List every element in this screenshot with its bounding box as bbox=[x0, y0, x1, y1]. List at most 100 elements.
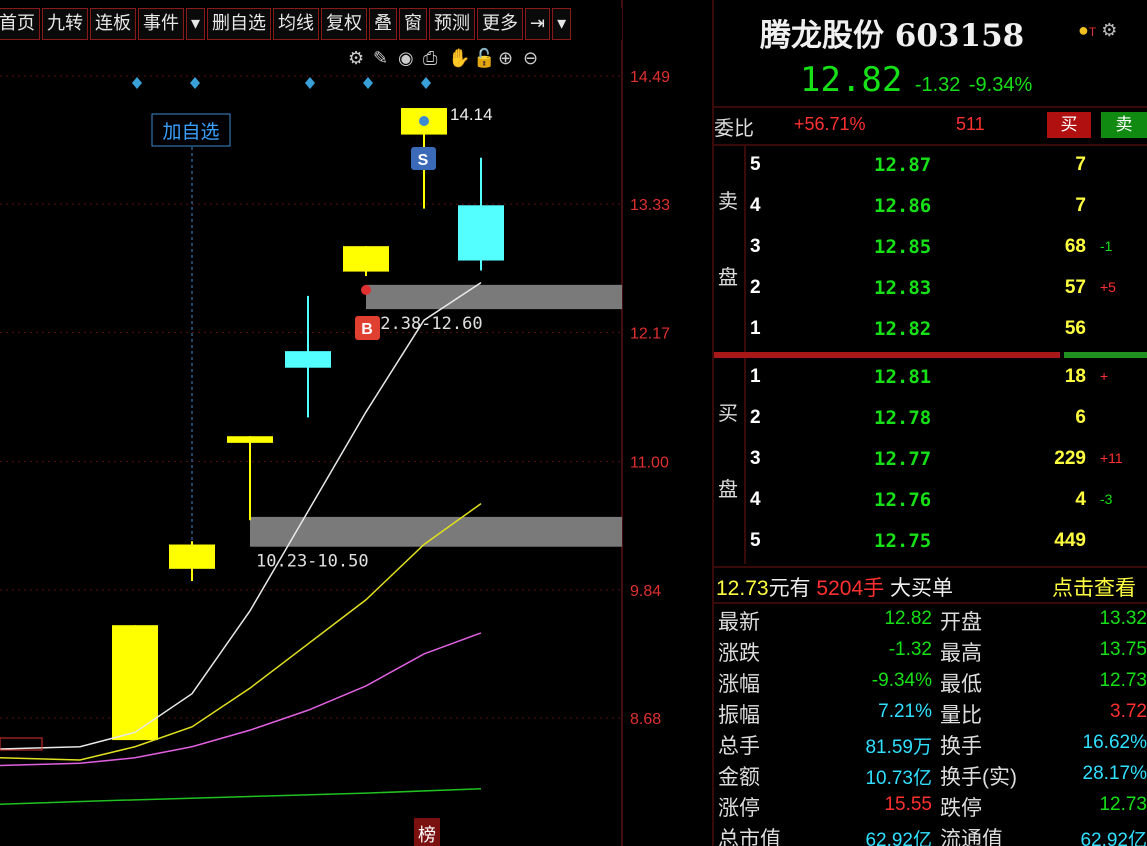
event-marker-icon[interactable] bbox=[363, 77, 373, 89]
toolbar-button[interactable]: 删自选 bbox=[207, 8, 272, 40]
stat-label: 涨停 bbox=[718, 797, 760, 820]
order-book-row[interactable]: 3 12.85 68 -1 bbox=[714, 228, 1147, 268]
book-change: -3 bbox=[1100, 491, 1113, 507]
book-level: 1 bbox=[750, 366, 761, 387]
toolbar-button[interactable]: 九转 bbox=[42, 8, 88, 40]
book-volume: 7 bbox=[1075, 195, 1086, 216]
stat-label: 最新 bbox=[718, 611, 760, 634]
book-volume: 68 bbox=[1064, 236, 1086, 257]
price-axis-label: 14.49 bbox=[630, 69, 670, 86]
event-marker-icon[interactable] bbox=[421, 77, 431, 89]
stat-value: 10.73亿 bbox=[865, 768, 932, 789]
order-book-row[interactable]: 2 12.83 57 +5 bbox=[714, 269, 1147, 309]
stat-label: 总市值 bbox=[718, 828, 781, 846]
sell-button[interactable]: 卖 bbox=[1101, 112, 1147, 138]
gap-lower-label: 10.23-10.50 bbox=[256, 552, 369, 572]
stat-value: -1.32 bbox=[888, 639, 932, 660]
candle-body[interactable] bbox=[112, 625, 158, 741]
buy-button[interactable]: 买 bbox=[1047, 112, 1091, 138]
stat-value: 12.73 bbox=[1099, 794, 1147, 815]
zoom-out-icon[interactable]: ⊖ bbox=[523, 48, 538, 69]
price-gap-lower bbox=[250, 516, 622, 547]
toolbar-button[interactable]: 窗 bbox=[399, 8, 428, 40]
stat-value: 16.62% bbox=[1082, 732, 1147, 753]
candle-body[interactable] bbox=[343, 246, 389, 272]
order-book-row[interactable]: 3 12.77 229 +11 bbox=[714, 440, 1147, 480]
event-marker-icon[interactable] bbox=[190, 77, 200, 89]
order-book-row[interactable]: 4 12.76 4 -3 bbox=[714, 481, 1147, 521]
toolbar-button[interactable]: 事件 bbox=[138, 8, 184, 40]
stat-label: 涨幅 bbox=[718, 673, 760, 696]
ma20-line bbox=[0, 632, 482, 767]
book-price: 12.81 bbox=[874, 366, 932, 388]
price-axis-label: 9.84 bbox=[630, 583, 661, 600]
order-book-row[interactable]: 5 12.87 7 bbox=[714, 146, 1147, 186]
candle-body[interactable] bbox=[227, 436, 273, 443]
add-watch-label[interactable]: 加自选 bbox=[162, 121, 219, 143]
stat-value: 15.55 bbox=[884, 794, 932, 815]
hand-icon[interactable]: ✋ bbox=[448, 47, 470, 69]
book-volume: 229 bbox=[1054, 448, 1086, 469]
book-volume: 56 bbox=[1064, 318, 1086, 339]
big-order-row: 12.73元有 5204手 大买单 点击查看 bbox=[714, 566, 1147, 604]
book-level: 4 bbox=[750, 195, 761, 216]
price-change: -1.32 bbox=[914, 74, 961, 96]
book-price: 12.78 bbox=[874, 407, 932, 429]
candle-body[interactable] bbox=[285, 351, 331, 368]
book-price: 12.75 bbox=[874, 530, 932, 552]
ma5-line bbox=[0, 282, 482, 750]
book-volume: 7 bbox=[1075, 154, 1086, 175]
buy-signal-label: B bbox=[361, 321, 373, 338]
stat-label: 流通值 bbox=[940, 828, 1003, 846]
stat-row: 涨停 15.55 跌停 12.73 bbox=[714, 790, 1147, 821]
order-book-row[interactable]: 2 12.78 6 bbox=[714, 399, 1147, 439]
kline-chart[interactable]: 14.49 13.33 12.17 11.00 9.84 8.68 ⚙ ✎ ◉ ⎙ ✋ 🔓 ⊕ ⊖ 12.3… bbox=[0, 0, 712, 846]
eye-icon[interactable]: ◉ bbox=[398, 48, 414, 69]
event-marker-icon[interactable] bbox=[132, 77, 142, 89]
toolbar-button[interactable]: ⇥ bbox=[525, 8, 551, 40]
big-order-link[interactable]: 点击查看 bbox=[1052, 572, 1136, 602]
book-level: 3 bbox=[750, 448, 761, 469]
order-book-row[interactable]: 5 12.75 449 bbox=[714, 522, 1147, 562]
stat-value: 12.73 bbox=[1099, 670, 1147, 691]
lock-icon[interactable]: 🔓 bbox=[473, 47, 495, 69]
big-order-unit: 元有 bbox=[768, 577, 811, 600]
candle-body[interactable] bbox=[169, 544, 215, 569]
toolbar-button[interactable]: 更多 bbox=[477, 8, 524, 40]
stat-row: 振幅 7.21% 量比 3.72 bbox=[714, 697, 1147, 728]
price-axis-label: 13.33 bbox=[630, 197, 670, 214]
stat-label: 开盘 bbox=[940, 611, 982, 634]
stat-label: 量比 bbox=[940, 704, 982, 727]
zoom-in-icon[interactable]: ⊕ bbox=[498, 48, 513, 69]
book-change: +11 bbox=[1100, 450, 1123, 466]
toolbar-button[interactable]: 预测 bbox=[429, 8, 476, 40]
big-order-desc: 大买单 bbox=[889, 577, 953, 600]
event-marker-icon[interactable] bbox=[305, 77, 315, 89]
weibi-diff: 511 bbox=[956, 114, 985, 134]
toolbar-button[interactable]: 首页 bbox=[0, 8, 40, 40]
stock-title: 腾龙股份 603158 bbox=[760, 18, 1025, 54]
book-price: 12.87 bbox=[874, 154, 932, 176]
toolbar-button[interactable]: ▾ bbox=[186, 8, 206, 40]
stat-label: 最高 bbox=[940, 642, 982, 665]
stat-value: 81.59万 bbox=[865, 737, 932, 758]
print-icon[interactable]: ⎙ bbox=[423, 48, 438, 69]
book-price: 12.83 bbox=[874, 277, 932, 299]
toolbar-button[interactable]: 均线 bbox=[273, 8, 320, 40]
candle-body[interactable] bbox=[458, 205, 504, 261]
pen-icon[interactable]: ✎ bbox=[373, 48, 388, 69]
toolbar-button[interactable]: 复权 bbox=[321, 8, 368, 40]
toolbar-button[interactable]: 连板 bbox=[90, 8, 136, 40]
toolbar-button[interactable]: 叠 bbox=[369, 8, 398, 40]
alert-icon[interactable]: ● bbox=[1078, 20, 1089, 40]
price-row: 12.82 -1.32 -9.34% bbox=[800, 60, 1032, 100]
toolbar-button[interactable]: ▾ bbox=[552, 8, 572, 40]
weibi-row: 委比 +56.71% 511 买 卖 bbox=[714, 106, 1147, 146]
order-book-row[interactable]: 1 12.81 18 + bbox=[714, 358, 1147, 398]
order-book-row[interactable]: 1 12.82 56 bbox=[714, 310, 1147, 350]
kline-chart-panel[interactable]: 14.49 13.33 12.17 11.00 9.84 8.68 ⚙ ✎ ◉ ⎙ ✋ 🔓 ⊕ ⊖ 12.3… bbox=[0, 0, 712, 846]
gear-icon[interactable]: ⚙ bbox=[1101, 20, 1117, 40]
stat-row: 总市值 62.92亿 流通值 62.92亿 bbox=[714, 821, 1147, 846]
settings-icon[interactable]: ⚙ bbox=[348, 48, 364, 69]
order-book-row[interactable]: 4 12.86 7 bbox=[714, 187, 1147, 227]
